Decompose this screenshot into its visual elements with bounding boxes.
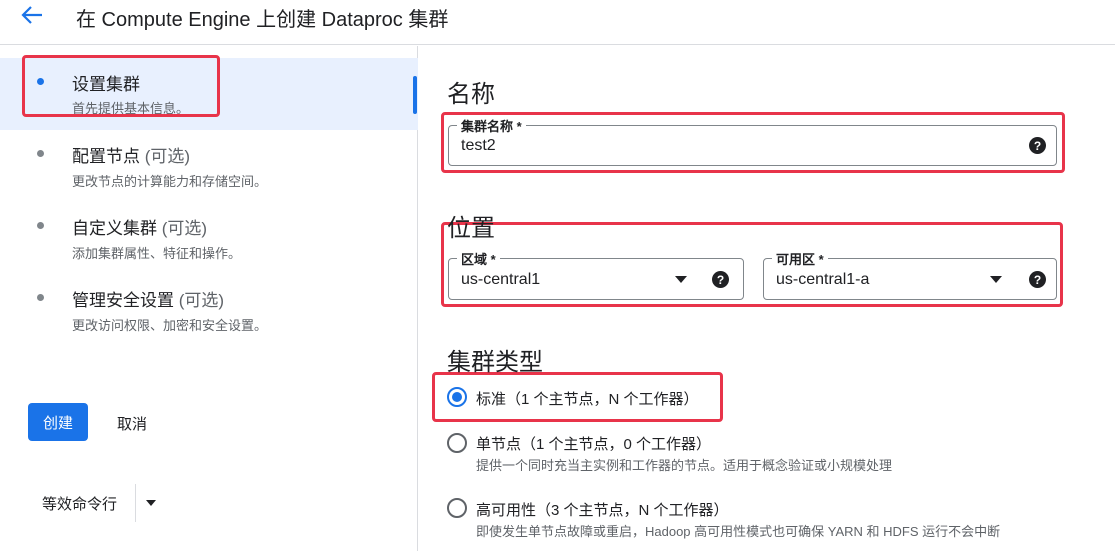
scroll-indicator[interactable] <box>413 76 417 114</box>
location-section-heading: 位置 <box>447 215 495 242</box>
step-title: 配置节点 (可选) <box>72 147 191 166</box>
top-bar: 在 Compute Engine 上创建 Dataproc 集群 <box>0 0 1115 45</box>
step-configure-nodes[interactable]: 配置节点 (可选) 更改节点的计算能力和存储空间。 <box>0 134 418 194</box>
cluster-name-field[interactable]: 集群名称 * test2 ? <box>448 116 1057 166</box>
help-icon[interactable]: ? <box>712 271 729 288</box>
region-value: us-central1 <box>461 271 541 288</box>
help-icon[interactable]: ? <box>1029 271 1046 288</box>
name-section-heading: 名称 <box>447 81 495 108</box>
radio-description: 提供一个同时充当主实例和工作器的节点。适用于概念验证或小规模处理 <box>476 458 893 473</box>
dropdown-caret-icon[interactable] <box>146 500 156 506</box>
dropdown-caret-icon[interactable] <box>675 276 687 283</box>
help-icon[interactable]: ? <box>1029 137 1046 154</box>
step-customize-cluster[interactable]: 自定义集群 (可选) 添加集群属性、特征和操作。 <box>0 206 418 266</box>
step-title: 管理安全设置 (可选) <box>72 291 225 310</box>
step-dot <box>37 222 44 229</box>
zone-value: us-central1-a <box>776 271 870 288</box>
radio-label: 标准（1 个主节点，N 个工作器） <box>476 391 699 408</box>
dropdown-caret-icon[interactable] <box>990 276 1002 283</box>
zone-select[interactable]: 可用区 * us-central1-a ? <box>763 249 1057 300</box>
radio-single-node[interactable] <box>447 433 467 453</box>
cancel-button[interactable]: 取消 <box>117 413 147 434</box>
radio-high-availability[interactable] <box>447 498 467 518</box>
cluster-type-section-heading: 集群类型 <box>447 349 543 376</box>
field-label: 可用区 * <box>772 249 828 268</box>
region-select[interactable]: 区域 * us-central1 ? <box>448 249 744 300</box>
divider <box>135 484 136 522</box>
field-label: 区域 * <box>457 249 500 268</box>
step-dot <box>37 294 44 301</box>
radio-description: 即使发生单节点故障或重启，Hadoop 高可用性模式也可确保 YARN 和 HD… <box>476 524 1001 539</box>
step-manage-security[interactable]: 管理安全设置 (可选) 更改访问权限、加密和安全设置。 <box>0 278 418 338</box>
step-subtitle: 更改节点的计算能力和存储空间。 <box>72 174 268 189</box>
cluster-name-value[interactable]: test2 <box>461 137 496 155</box>
step-title: 自定义集群 (可选) <box>72 219 208 238</box>
arrow-back-icon[interactable] <box>20 4 44 26</box>
stepper-sidebar: 设置集群 首先提供基本信息。 配置节点 (可选) 更改节点的计算能力和存储空间。… <box>0 46 418 551</box>
command-line-button[interactable]: 等效命令行 <box>42 493 117 514</box>
radio-standard[interactable] <box>447 387 467 407</box>
create-button[interactable]: 创建 <box>28 403 88 441</box>
step-title: 设置集群 <box>72 75 140 94</box>
step-subtitle: 添加集群属性、特征和操作。 <box>72 246 242 261</box>
step-subtitle: 更改访问权限、加密和安全设置。 <box>72 318 268 333</box>
step-setup-cluster[interactable]: 设置集群 首先提供基本信息。 <box>0 58 418 130</box>
page-title: 在 Compute Engine 上创建 Dataproc 集群 <box>76 9 449 31</box>
field-label: 集群名称 * <box>457 116 526 135</box>
radio-label: 高可用性（3 个主节点，N 个工作器） <box>476 502 729 519</box>
step-dot <box>37 78 44 85</box>
step-dot <box>37 150 44 157</box>
radio-label: 单节点（1 个主节点，0 个工作器） <box>476 436 712 453</box>
step-subtitle: 首先提供基本信息。 <box>72 101 190 116</box>
